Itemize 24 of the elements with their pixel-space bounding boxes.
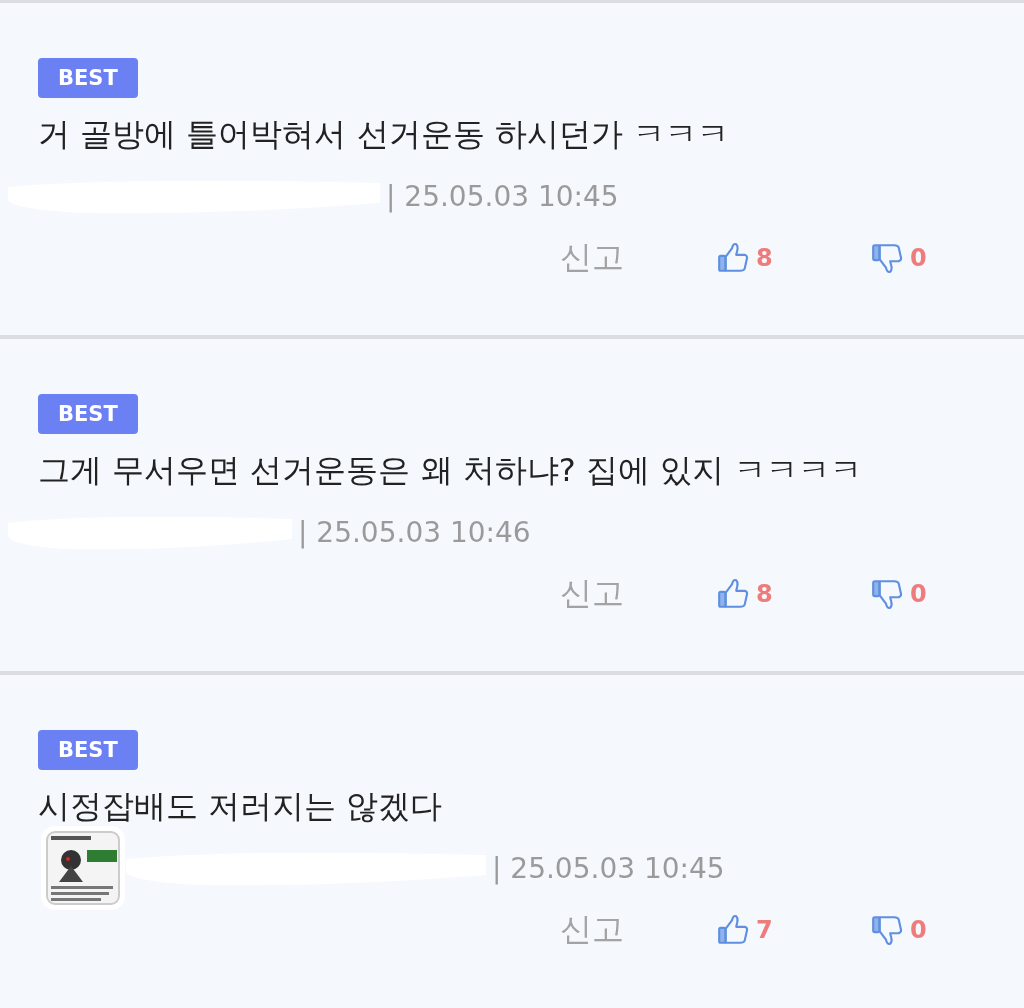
report-button[interactable]: 신고: [560, 908, 716, 952]
like-button[interactable]: 8: [715, 241, 870, 275]
comment-date: | 25.05.03 10:45: [492, 851, 725, 885]
thumbs-up-icon: [715, 241, 750, 275]
best-badge: BEST: [38, 394, 138, 434]
dislike-button[interactable]: 0: [870, 577, 1024, 611]
comment-date: | 25.05.03 10:45: [386, 179, 619, 213]
best-badge: BEST: [38, 58, 138, 98]
comment-text: 시정잡배도 저러지는 않겠다: [38, 786, 444, 827]
best-badge: BEST: [38, 730, 138, 770]
report-button[interactable]: 신고: [560, 572, 716, 616]
thumbs-up-icon: [715, 577, 750, 611]
dislike-button[interactable]: 0: [870, 241, 1024, 275]
thumbs-down-icon: [870, 913, 904, 947]
thumbs-up-icon: [715, 913, 750, 947]
dislike-button[interactable]: 0: [870, 913, 1024, 947]
thumbs-down-icon: [870, 241, 904, 275]
comment-date: | 25.05.03 10:46: [298, 515, 531, 549]
comment-text: 그게 무서우면 선거운동은 왜 처하냐? 집에 있지 ㅋㅋㅋㅋ: [38, 450, 864, 491]
like-button[interactable]: 8: [715, 577, 870, 611]
report-button[interactable]: 신고: [560, 236, 716, 280]
comment-text: 거 골방에 틀어박혀서 선거운동 하시던가 ㅋㅋㅋ: [38, 114, 730, 155]
thumbs-down-icon: [870, 577, 904, 611]
like-button[interactable]: 7: [715, 913, 870, 947]
